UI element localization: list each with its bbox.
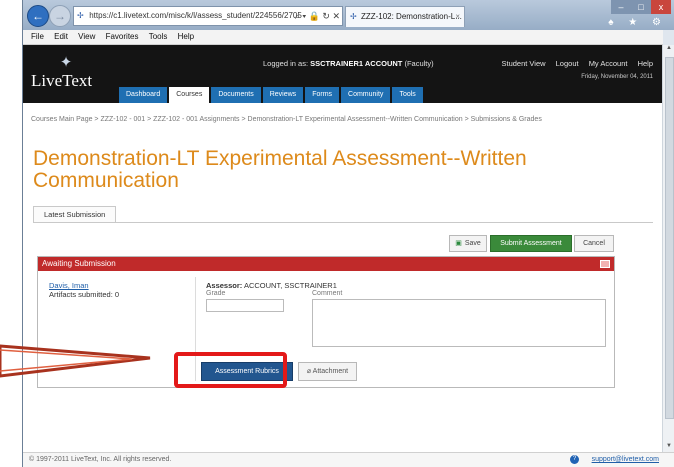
save-button[interactable]: ▣ Save [449, 235, 487, 252]
menu-tools[interactable]: Tools [149, 32, 168, 41]
vertical-scrollbar[interactable]: ▲ ▼ [662, 45, 674, 453]
browser-tab-title: ZZZ-102: Demonstration-L... [360, 12, 462, 21]
tab-reviews[interactable]: Reviews [262, 87, 304, 103]
address-controls[interactable]: ⌕ ▾ 🔒 ↻ ✕ [295, 7, 340, 25]
assessor-label: Assessor: [206, 281, 243, 290]
submit-assessment-button[interactable]: Submit Assessment [490, 235, 572, 252]
current-date: Friday, November 04, 2011 [581, 74, 653, 80]
tab-documents[interactable]: Documents [211, 87, 261, 103]
page-footer: © 1997-2011 LiveText, Inc. All rights re… [23, 452, 674, 467]
livetext-header: ✦ LiveText Logged in as: SSCTRAINER1 ACC… [23, 45, 663, 103]
forward-button[interactable]: → [49, 5, 71, 27]
logged-in-role: (Faculty) [404, 59, 434, 68]
maximize-button[interactable]: □ [631, 0, 651, 14]
page-content: ✦ LiveText Logged in as: SSCTRAINER1 ACC… [23, 45, 663, 453]
cancel-button[interactable]: Cancel [574, 235, 614, 252]
forward-arrow-icon: → [54, 9, 66, 23]
logged-in-user: SSCTRAINER1 ACCOUNT [310, 59, 403, 68]
collapse-icon[interactable] [600, 260, 610, 268]
top-links: Student View Logout My Account Help [493, 59, 653, 68]
student-name-link[interactable]: Davis, Iman [49, 281, 89, 290]
copyright-text: © 1997-2011 LiveText, Inc. All rights re… [29, 456, 172, 463]
grade-input[interactable] [206, 299, 284, 312]
tab-community[interactable]: Community [341, 87, 391, 103]
attachment-button[interactable]: ⌀ Attachment [298, 362, 357, 381]
browser-window: ← → ✢ https://c1.livetext.com/misc/k/l/a… [22, 0, 674, 467]
grade-label: Grade [206, 290, 226, 297]
tab-tools[interactable]: Tools [392, 87, 423, 103]
scrollbar-thumb[interactable] [665, 57, 674, 419]
comment-textarea[interactable] [312, 299, 606, 347]
livetext-logo[interactable]: ✦ LiveText [31, 51, 111, 97]
logo-text: LiveText [31, 71, 93, 90]
tab-close-icon[interactable]: × [455, 7, 460, 27]
attachment-label: Attachment [312, 368, 349, 375]
tab-latest-submission[interactable]: Latest Submission [33, 206, 117, 223]
assessor-info: Assessor: ACCOUNT, SSCTRAINER1 [206, 281, 337, 290]
panel-header-title: Awaiting Submission [42, 259, 116, 268]
tab-forms[interactable]: Forms [305, 87, 340, 103]
address-url: https://c1.livetext.com/misc/k/l/assess_… [89, 11, 302, 20]
address-bar[interactable]: ✢ https://c1.livetext.com/misc/k/l/asses… [73, 6, 343, 26]
main-tabs: Dashboard Courses Documents Reviews Form… [119, 87, 425, 103]
menu-favorites[interactable]: Favorites [106, 32, 139, 41]
logged-in-prefix: Logged in as: [263, 59, 309, 68]
back-button[interactable]: ← [27, 5, 49, 27]
tab-favicon-icon: ✢ [350, 12, 357, 21]
site-favicon-icon: ✢ [77, 11, 84, 20]
menu-view[interactable]: View [78, 32, 95, 41]
panel-header: Awaiting Submission [38, 257, 614, 271]
submission-panel: Awaiting Submission Davis, Iman Artifact… [37, 256, 615, 388]
paperclip-icon: ⌀ [306, 368, 312, 375]
window-controls: – □ x [611, 0, 671, 16]
menu-file[interactable]: File [31, 32, 44, 41]
minimize-button[interactable]: – [611, 0, 631, 14]
back-arrow-icon: ← [32, 9, 44, 23]
tab-courses[interactable]: Courses [169, 87, 210, 103]
callout-highlight-box [174, 352, 287, 388]
save-label: Save [464, 240, 481, 247]
browser-menubar: File Edit View Favorites Tools Help [23, 30, 663, 45]
link-my-account[interactable]: My Account [589, 59, 628, 68]
menu-edit[interactable]: Edit [54, 32, 68, 41]
breadcrumb[interactable]: Courses Main Page > ZZZ-102 - 001 > ZZZ-… [31, 114, 631, 125]
help-icon: ? [570, 455, 579, 464]
support-email-link[interactable]: support@livetext.com [592, 453, 659, 467]
menu-help[interactable]: Help [178, 32, 194, 41]
browser-titlebar: ← → ✢ https://c1.livetext.com/misc/k/l/a… [23, 0, 674, 30]
link-help[interactable]: Help [638, 59, 653, 68]
logged-in-info: Logged in as: SSCTRAINER1 ACCOUNT (Facul… [263, 59, 434, 68]
scroll-up-icon[interactable]: ▲ [663, 45, 674, 55]
logo-star-icon: ✦ [59, 54, 73, 71]
tab-dashboard[interactable]: Dashboard [119, 87, 168, 103]
link-logout[interactable]: Logout [556, 59, 579, 68]
tab-divider [33, 222, 653, 223]
assessor-name: ACCOUNT, SSCTRAINER1 [243, 281, 337, 290]
page-title: Demonstration-LT Experimental Assessment… [33, 147, 527, 192]
browser-toolbar-icons[interactable]: ♠ ★ ⚙ [608, 17, 667, 28]
comment-label: Comment [312, 290, 343, 297]
close-window-button[interactable]: x [651, 0, 671, 14]
artifacts-count: Artifacts submitted: 0 [49, 290, 120, 299]
save-disk-icon: ▣ [455, 240, 462, 247]
browser-tab[interactable]: ✢ ZZZ-102: Demonstration-L... × [345, 6, 465, 27]
link-student-view[interactable]: Student View [501, 59, 545, 68]
